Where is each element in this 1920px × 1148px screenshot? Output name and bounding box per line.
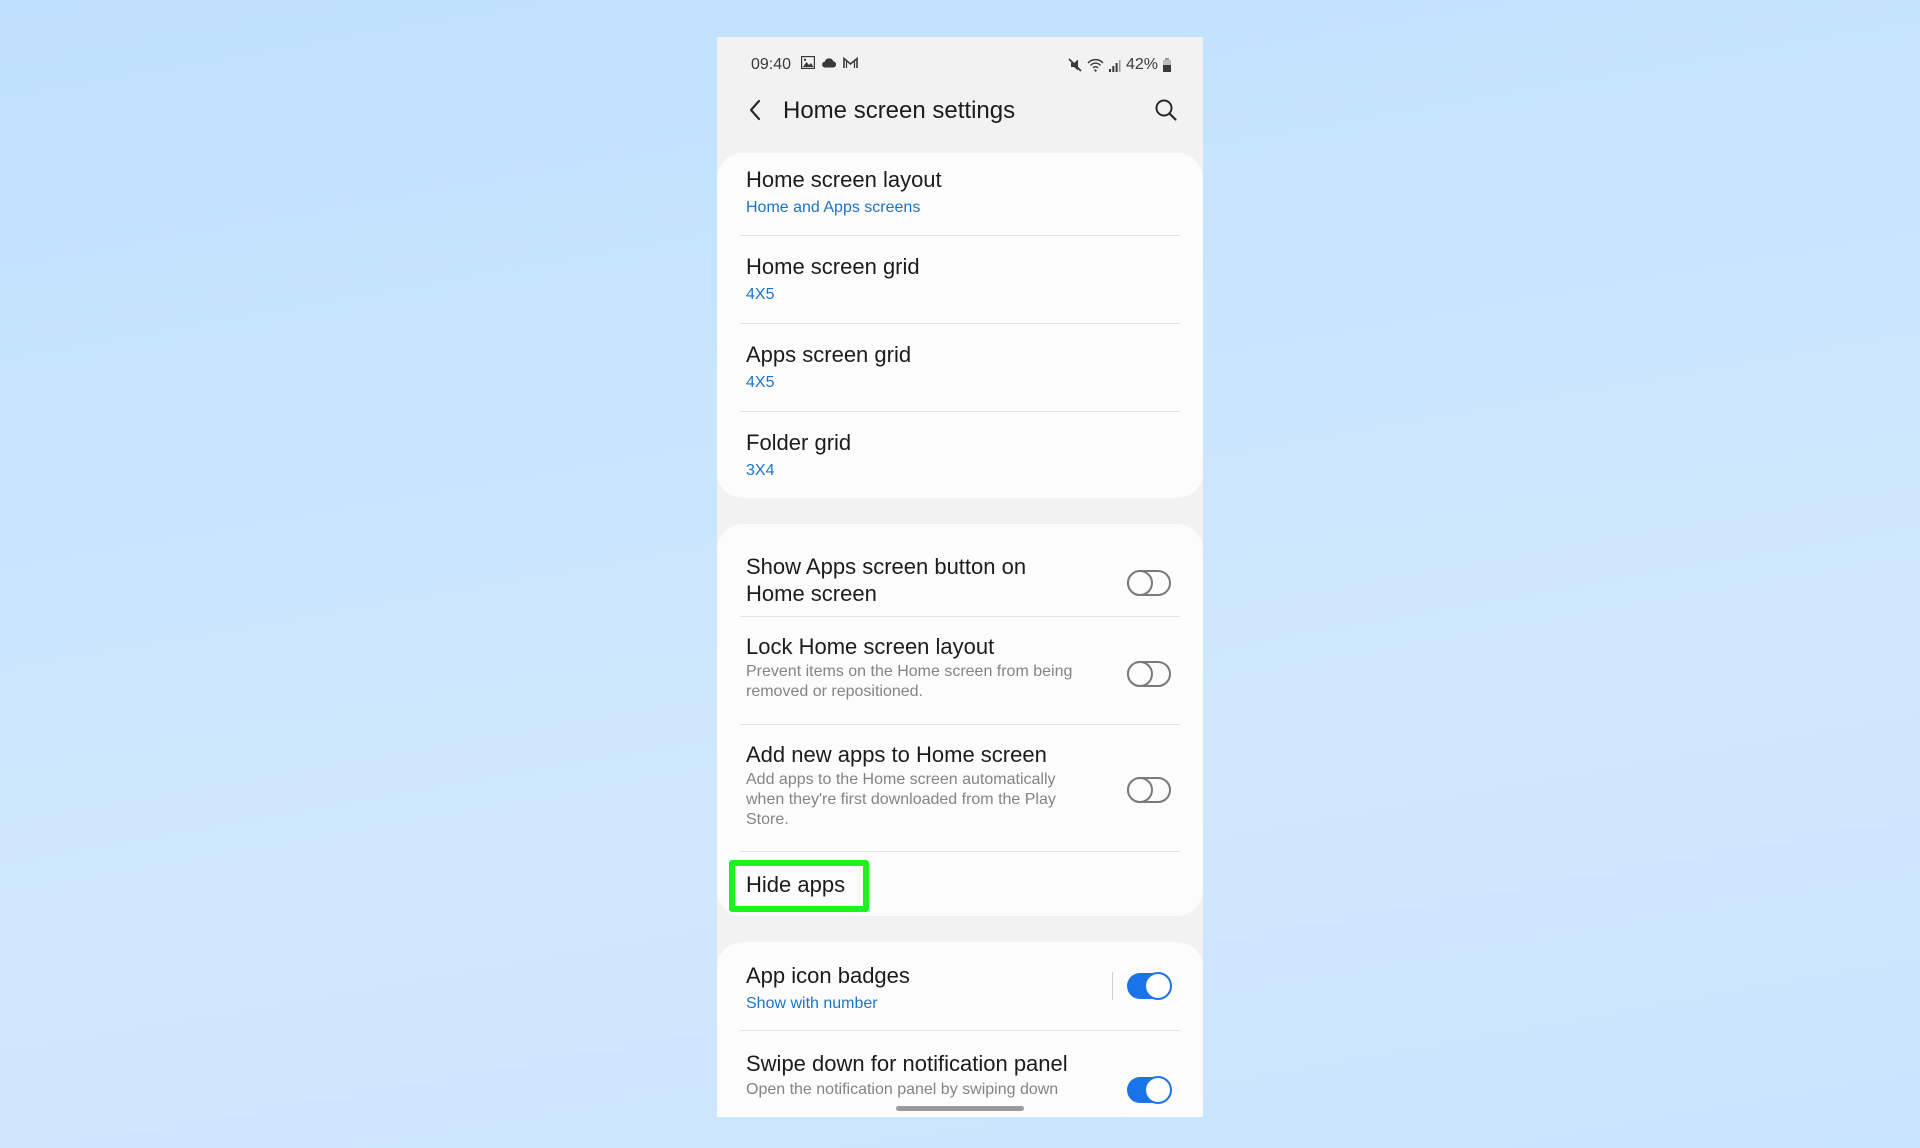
setting-description-line2: removed or repositioned. — [746, 683, 923, 700]
status-bar: 09:40 42% — [717, 53, 1203, 77]
setting-add-new-apps[interactable]: Add new apps to Home screen Add apps to … — [717, 725, 1203, 851]
setting-description: Open the notification panel by swiping d… — [746, 1081, 1059, 1098]
app-bar: Home screen settings — [717, 89, 1203, 133]
page-title: Home screen settings — [783, 97, 1016, 124]
setting-title: Lock Home screen layout — [746, 634, 995, 659]
add-new-apps-toggle[interactable] — [1127, 777, 1171, 803]
wifi-icon — [1087, 58, 1104, 72]
show-apps-button-toggle[interactable] — [1127, 570, 1171, 596]
lock-home-layout-toggle[interactable] — [1127, 661, 1171, 687]
setting-title: Swipe down for notification panel — [746, 1051, 1068, 1076]
setting-title: Home screen layout — [746, 167, 942, 192]
setting-apps-screen-grid[interactable]: Apps screen grid 4X5 — [717, 324, 1203, 411]
setting-description-line1: Add apps to the Home screen automaticall… — [746, 771, 1056, 788]
setting-title-line2: Home screen — [746, 581, 877, 606]
vertical-separator — [1112, 972, 1113, 1000]
gallery-icon — [801, 56, 815, 69]
app-icon-badges-toggle[interactable] — [1127, 972, 1172, 1000]
setting-description-line2: when they're first downloaded from the P… — [746, 791, 1056, 808]
setting-description-line3: Store. — [746, 811, 789, 828]
setting-folder-grid[interactable]: Folder grid 3X4 — [717, 412, 1203, 498]
grid-settings-card: Home screen layout Home and Apps screens… — [717, 153, 1203, 498]
battery-icon — [1163, 58, 1171, 72]
cloud-icon — [821, 57, 837, 68]
setting-show-apps-button[interactable]: Show Apps screen button on Home screen — [717, 524, 1203, 616]
badges-notifications-card: App icon badges Show with number Swipe d… — [717, 942, 1203, 1117]
home-behavior-card: Show Apps screen button on Home screen L… — [717, 524, 1203, 916]
setting-title-line1: Show Apps screen button on — [746, 554, 1027, 579]
setting-lock-home-layout[interactable]: Lock Home screen layout Prevent items on… — [717, 617, 1203, 724]
setting-title: App icon badges — [746, 963, 910, 988]
swipe-down-notification-toggle[interactable] — [1127, 1076, 1172, 1104]
mute-icon — [1068, 58, 1082, 72]
setting-value: 4X5 — [746, 374, 775, 391]
status-time: 09:40 — [751, 56, 792, 73]
setting-value: 3X4 — [746, 462, 775, 479]
setting-title: Apps screen grid — [746, 342, 912, 367]
gesture-nav-handle[interactable] — [896, 1106, 1024, 1111]
setting-title: Hide apps — [746, 872, 846, 897]
phone-screen: 09:40 42% Home screen settings Home scre… — [717, 37, 1203, 1117]
setting-title: Folder grid — [746, 430, 852, 455]
setting-value: Home and Apps screens — [746, 199, 921, 216]
search-icon[interactable] — [1153, 97, 1179, 123]
gmail-icon — [843, 56, 858, 69]
setting-swipe-down-notification[interactable]: Swipe down for notification panel Open t… — [717, 1031, 1203, 1117]
setting-hide-apps[interactable]: Hide apps — [717, 852, 1203, 916]
signal-icon — [1108, 59, 1121, 72]
chevron-left-icon[interactable] — [743, 97, 769, 123]
setting-description-line1: Prevent items on the Home screen from be… — [746, 663, 1073, 680]
setting-app-icon-badges[interactable]: App icon badges Show with number — [717, 942, 1203, 1030]
battery-percent: 42% — [1125, 56, 1158, 73]
setting-title: Home screen grid — [746, 254, 920, 279]
setting-home-screen-layout[interactable]: Home screen layout Home and Apps screens — [717, 153, 1203, 235]
setting-home-screen-grid[interactable]: Home screen grid 4X5 — [717, 236, 1203, 323]
setting-value: Show with number — [746, 995, 878, 1012]
setting-value: 4X5 — [746, 286, 775, 303]
setting-title: Add new apps to Home screen — [746, 742, 1047, 767]
